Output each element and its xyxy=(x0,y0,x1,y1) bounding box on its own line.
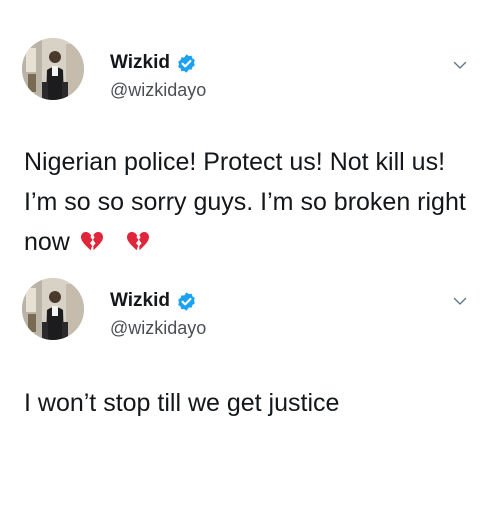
display-name[interactable]: Wizkid xyxy=(110,290,170,312)
author-name-row[interactable]: Wizkid xyxy=(110,52,197,74)
broken-heart-icon xyxy=(80,231,104,253)
chevron-down-icon[interactable] xyxy=(453,294,467,308)
broken-heart-icon xyxy=(126,231,150,253)
avatar[interactable] xyxy=(22,278,84,340)
display-name[interactable]: Wizkid xyxy=(110,52,170,74)
chevron-down-icon[interactable] xyxy=(453,58,467,72)
verified-badge-icon xyxy=(176,53,197,74)
handle[interactable]: @wizkidayo xyxy=(110,317,206,339)
tweet-text: Nigerian police! Protect us! Not kill us… xyxy=(24,142,474,262)
tweet-text-content: I won’t stop till we get justice xyxy=(24,389,340,417)
handle[interactable]: @wizkidayo xyxy=(110,79,206,101)
tweet-text: I won’t stop till we get justice xyxy=(24,383,474,423)
avatar[interactable] xyxy=(22,38,84,100)
verified-badge-icon xyxy=(176,291,197,312)
author-name-row[interactable]: Wizkid xyxy=(110,290,197,312)
